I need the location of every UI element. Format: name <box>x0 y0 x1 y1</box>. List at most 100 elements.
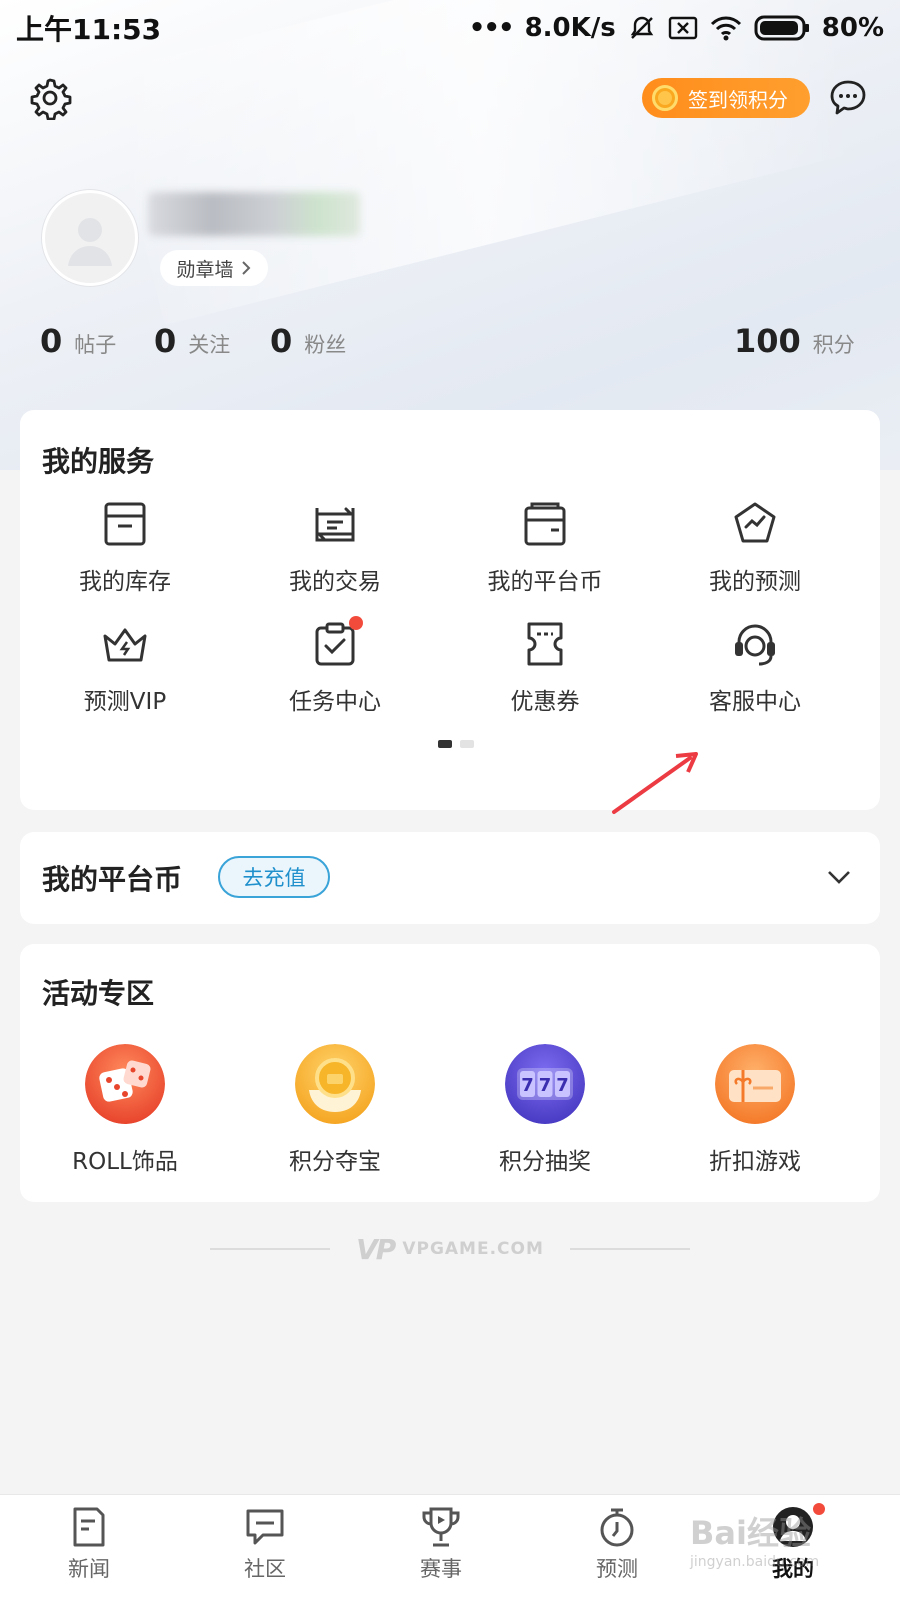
service-inventory[interactable]: 我的库存 <box>35 500 215 610</box>
service-task-center-label: 任务中心 <box>289 689 381 715</box>
trophy-icon <box>419 1505 463 1549</box>
news-icon <box>67 1505 111 1549</box>
notification-dot <box>349 616 363 630</box>
wallet-icon <box>521 500 569 548</box>
slot-machine-icon: 7 7 7 <box>505 1044 585 1124</box>
settings-button[interactable] <box>28 76 72 121</box>
trade-icon <box>311 500 359 548</box>
battery-icon <box>754 14 810 42</box>
service-coupons-label: 优惠券 <box>510 689 580 715</box>
task-icon <box>311 616 363 668</box>
tab-profile[interactable]: 我的 <box>738 1503 848 1583</box>
checkin-button[interactable]: 签到领积分 <box>642 78 810 118</box>
event-points-lottery[interactable]: 7 7 7 积分抽奖 <box>455 1044 635 1176</box>
status-bar: 上午11:53 ••• 8.0K/s 80% <box>0 0 900 56</box>
headset-icon <box>731 620 779 668</box>
checkin-label: 签到领积分 <box>688 87 788 112</box>
service-prediction-label: 我的预测 <box>709 569 801 595</box>
platform-coins-title: 我的平台币 <box>42 863 183 896</box>
prediction-icon <box>731 500 779 548</box>
divider <box>569 1248 691 1250</box>
events-title: 活动专区 <box>42 977 155 1010</box>
svg-text:7: 7 <box>521 1075 534 1096</box>
pager-dot <box>460 740 474 748</box>
network-dots-icon: ••• <box>468 13 515 43</box>
stat-followers-label: 粉丝 <box>304 333 347 357</box>
tab-news-label: 新闻 <box>68 1557 110 1581</box>
service-platform-coins-label: 我的平台币 <box>487 569 603 595</box>
tab-matches-label: 赛事 <box>420 1557 462 1581</box>
event-points-treasure-label: 积分夺宝 <box>289 1149 381 1175</box>
profile-icon <box>771 1503 825 1549</box>
stat-following[interactable]: 0 关注 <box>154 322 230 360</box>
status-time: 上午11:53 <box>16 13 162 46</box>
service-customer-support-label: 客服中心 <box>709 689 801 715</box>
inventory-icon <box>101 500 149 548</box>
tab-predictions-label: 预测 <box>596 1557 638 1581</box>
tab-news[interactable]: 新闻 <box>34 1505 144 1583</box>
vpgame-logo-mark: VP <box>356 1232 396 1266</box>
crown-icon <box>101 620 149 668</box>
tab-community-label: 社区 <box>244 1557 286 1581</box>
stat-posts-label: 帖子 <box>74 333 117 357</box>
platform-coins-card[interactable]: 我的平台币 去充值 <box>20 832 880 924</box>
service-prediction[interactable]: 我的预测 <box>665 500 845 610</box>
vpgame-logo-text: VPGAME.COM <box>402 1239 544 1259</box>
service-coupons[interactable]: 优惠券 <box>455 620 635 730</box>
notification-dot <box>813 1503 825 1515</box>
stat-followers-value: 0 <box>270 322 293 360</box>
tab-community[interactable]: 社区 <box>210 1505 320 1583</box>
service-trade[interactable]: 我的交易 <box>245 500 425 610</box>
event-roll-items-label: ROLL饰品 <box>72 1149 178 1175</box>
event-roll-items[interactable]: ROLL饰品 <box>35 1044 215 1176</box>
services-pager <box>438 740 474 748</box>
silent-bell-icon <box>628 14 656 42</box>
no-sim-icon <box>668 15 698 41</box>
stat-followers[interactable]: 0 粉丝 <box>270 322 346 360</box>
stopwatch-icon <box>595 1505 639 1549</box>
events-card: 活动专区 ROLL饰品 积分夺宝 7 7 7 积分抽奖 折扣游戏 <box>20 944 880 1202</box>
footer-brand: VP VPGAME.COM <box>210 1233 691 1266</box>
tab-profile-label: 我的 <box>772 1557 814 1581</box>
stat-posts[interactable]: 0 帖子 <box>40 322 116 360</box>
vpgame-logo: VP VPGAME.COM <box>356 1233 544 1266</box>
stat-points-value: 100 <box>734 322 801 360</box>
coin-icon <box>652 85 678 111</box>
pager-dot-active <box>438 740 452 748</box>
tab-matches[interactable]: 赛事 <box>386 1505 496 1583</box>
my-services-card: 我的服务 我的库存 我的交易 我的平台币 我的预测 预测VIP 任务中心 优惠券… <box>20 410 880 810</box>
event-discount-games-label: 折扣游戏 <box>709 1149 801 1175</box>
service-prediction-vip[interactable]: 预测VIP <box>35 620 215 730</box>
svg-text:7: 7 <box>556 1075 569 1096</box>
dice-icon <box>85 1044 165 1124</box>
service-platform-coins[interactable]: 我的平台币 <box>455 500 635 610</box>
stat-points[interactable]: 100 积分 <box>734 322 855 360</box>
service-trade-label: 我的交易 <box>289 569 381 595</box>
stat-following-label: 关注 <box>188 333 231 357</box>
avatar[interactable] <box>42 190 138 286</box>
svg-text:7: 7 <box>539 1075 552 1096</box>
chevron-down-icon[interactable] <box>826 864 852 890</box>
coupon-icon <box>521 620 569 668</box>
service-task-center[interactable]: 任务中心 <box>245 616 425 730</box>
medal-wall-button[interactable]: 勋章墙 <box>160 250 268 286</box>
wifi-icon <box>710 14 742 42</box>
event-discount-games[interactable]: 折扣游戏 <box>665 1044 845 1176</box>
event-points-lottery-label: 积分抽奖 <box>499 1149 591 1175</box>
divider <box>210 1248 331 1250</box>
tab-predictions[interactable]: 预测 <box>562 1505 672 1583</box>
bottom-tab-bar: 新闻 社区 赛事 预测 我的 <box>0 1494 900 1600</box>
stat-posts-value: 0 <box>40 322 63 360</box>
chat-bubble-icon <box>830 80 866 115</box>
recharge-button[interactable]: 去充值 <box>218 856 330 898</box>
service-customer-support[interactable]: 客服中心 <box>665 620 845 730</box>
medal-wall-label: 勋章墙 <box>176 258 234 281</box>
event-points-treasure[interactable]: 积分夺宝 <box>245 1044 425 1176</box>
battery-percent: 80% <box>821 13 884 43</box>
stat-following-value: 0 <box>154 322 177 360</box>
network-speed: 8.0K/s <box>524 13 616 43</box>
messages-button[interactable] <box>826 76 870 120</box>
gear-icon <box>30 78 72 121</box>
default-avatar-icon <box>68 218 112 266</box>
service-inventory-label: 我的库存 <box>79 569 171 595</box>
